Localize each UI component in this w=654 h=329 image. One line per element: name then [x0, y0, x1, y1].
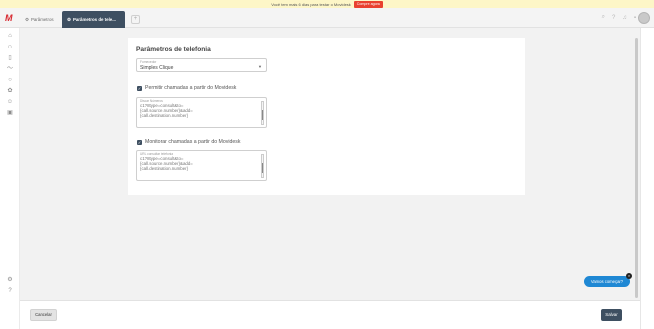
help-icon[interactable]: ?	[612, 15, 615, 21]
tab-label: Parâmetros de tele...	[72, 17, 116, 22]
chevron-down-icon: ▼	[258, 64, 262, 69]
monitor-calls-checkbox[interactable]: ✓	[137, 139, 142, 145]
page-scrollbar-thumb[interactable]	[635, 38, 638, 298]
provider-value: Simples Clique	[140, 65, 174, 71]
buy-now-button[interactable]: Compre agora	[353, 0, 383, 8]
textarea-scrollbar[interactable]	[261, 154, 264, 178]
onboarding-button[interactable]: Vamos começar?	[584, 276, 630, 287]
search-icon[interactable]: ⌕	[602, 14, 605, 21]
page-title: Parâmetros de telefonia	[136, 46, 211, 53]
provider-select[interactable]: Fornecedor Simples Clique ▼	[136, 58, 267, 72]
footer-bar: Cancelar Salvar	[20, 300, 640, 329]
gear-icon: ⚙	[25, 16, 29, 22]
save-button[interactable]: Salvar	[601, 309, 622, 321]
tab-label: Parâmetros	[30, 17, 54, 22]
bell-icon[interactable]: ♫	[622, 15, 627, 21]
avatar[interactable]	[638, 12, 650, 24]
chat-icon[interactable]: ▪	[634, 15, 636, 21]
top-icons: ⌕ ? ♫ ▪	[602, 14, 636, 21]
chart-icon[interactable]: 〜	[6, 65, 14, 73]
monitor-calls-label: Monitorar chamadas a partir do Movidesk	[145, 139, 241, 145]
sidebar: ⌂ ∩ ▯ 〜 ○ ✿ ☺ ▣ ⚙ ?	[0, 28, 20, 329]
cancel-button[interactable]: Cancelar	[30, 309, 57, 321]
movidesk-logo[interactable]: M	[5, 13, 15, 23]
add-tab-button[interactable]: +	[131, 15, 140, 24]
allow-calls-checkbox[interactable]: ✓	[137, 85, 142, 91]
monitor-url-field[interactable]: URL consultar telefonia c1?8type=consult…	[136, 150, 267, 181]
dial-numbers-value: c1?8type=consult&to= {call.source.number…	[140, 103, 193, 119]
allow-calls-label: Permitir chamadas a partir do Movidesk	[145, 85, 237, 91]
help-icon[interactable]: ?	[6, 287, 14, 295]
monitor-url-value: c1?8type=consult&to= {call.source.number…	[140, 156, 193, 172]
calendar-icon[interactable]: ▣	[6, 109, 14, 117]
tab-parametros[interactable]: ⚙ Parâmetros	[20, 11, 62, 28]
gear-icon: ⚙	[67, 16, 71, 22]
right-edge	[640, 28, 654, 329]
monitor-calls-row[interactable]: ✓ Monitorar chamadas a partir do Movides…	[137, 139, 240, 145]
gear-icon[interactable]: ✿	[6, 87, 14, 95]
dial-numbers-field[interactable]: Discar Números c1?8type=consult&to= {cal…	[136, 97, 267, 128]
trial-banner-text: Você tem mais 6 dias para testar o Movid…	[271, 1, 351, 7]
search-icon[interactable]: ○	[6, 76, 14, 84]
users-icon[interactable]: ☺	[6, 98, 14, 106]
provider-label: Fornecedor	[140, 60, 157, 64]
trial-banner: Você tem mais 6 dias para testar o Movid…	[0, 0, 654, 8]
textarea-scrollbar[interactable]	[261, 101, 264, 125]
top-bar: M ⚙ Parâmetros ⚙ Parâmetros de tele... +…	[0, 8, 654, 28]
document-icon[interactable]: ▯	[6, 54, 14, 62]
telephony-settings-card: Parâmetros de telefonia Fornecedor Simpl…	[128, 38, 525, 195]
headset-icon[interactable]: ∩	[6, 43, 14, 51]
allow-calls-row[interactable]: ✓ Permitir chamadas a partir do Movidesk	[137, 85, 236, 91]
tab-parametros-telefonia[interactable]: ⚙ Parâmetros de tele...	[62, 11, 125, 28]
settings-icon[interactable]: ⚙	[6, 276, 14, 284]
close-icon[interactable]: ×	[626, 273, 632, 279]
home-icon[interactable]: ⌂	[6, 32, 14, 40]
